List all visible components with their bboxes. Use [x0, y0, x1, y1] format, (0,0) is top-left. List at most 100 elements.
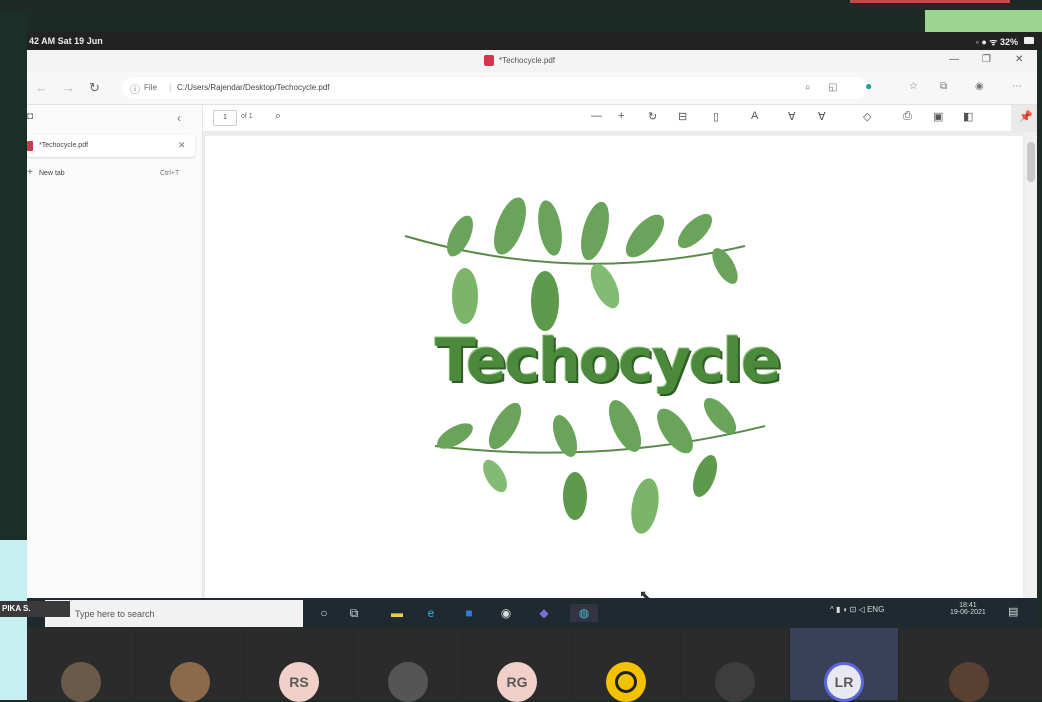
participant-avatar: LR — [824, 662, 864, 702]
address-url: C:/Users/Rajendar/Desktop/Techocycle.pdf — [177, 83, 330, 92]
participant-tile[interactable] — [681, 628, 789, 702]
clock-date: 19-06-2021 — [950, 609, 986, 616]
close-tab-icon[interactable]: ✕ — [178, 140, 186, 151]
task-view-icon[interactable]: ⧉ — [345, 604, 363, 622]
participant-avatar: RS — [279, 662, 319, 702]
collapse-sidebar-icon[interactable]: ‹ — [177, 111, 181, 125]
plus-icon: + — [27, 167, 33, 178]
save-as-icon[interactable]: ◧ — [963, 110, 973, 123]
draw-icon[interactable]: ∀ — [788, 110, 796, 123]
speaker-name-tag: PIKA S. — [0, 601, 70, 617]
favorites-icon[interactable]: ☆ — [909, 81, 918, 92]
system-tray[interactable]: ^ ▮ ◖ ⊡ ◁ ENG — [830, 605, 884, 614]
participant-tile[interactable] — [136, 628, 244, 702]
tab-actions-icon[interactable]: ◘ — [27, 111, 33, 122]
status-time: 42 AM Sat 19 Jun — [29, 36, 103, 46]
participant-avatar — [170, 662, 210, 702]
vertical-scrollbar[interactable] — [1025, 132, 1037, 598]
info-icon[interactable]: ⓘ — [130, 81, 140, 96]
notification-icon[interactable]: ▤ — [1008, 605, 1018, 618]
save-icon[interactable]: ▣ — [933, 110, 943, 123]
maximize-button[interactable]: ❐ — [982, 54, 991, 65]
new-tab-shortcut: Ctrl+T — [160, 170, 180, 177]
taskbar-clock[interactable]: 18:41 19-06-2021 — [950, 602, 986, 616]
vertical-tabs-sidebar: ◘ ‹ *Techocycle.pdf ✕ + New tab Ctrl+T — [27, 105, 203, 598]
address-bar[interactable]: ⓘ File | C:/Users/Rajendar/Desktop/Techo… — [122, 77, 867, 99]
participant-avatar — [606, 662, 646, 702]
pdf-page: Techocycle — [205, 136, 1023, 598]
title-bar: *Techocycle.pdf — ❐ ✕ — [27, 50, 1037, 72]
pdf-file-icon — [27, 141, 33, 151]
battery-icon — [1024, 37, 1034, 44]
new-tab-label: New tab — [39, 170, 65, 177]
device-status-bar: 42 AM Sat 19 Jun ◦ ● ᯤ 32% — [27, 32, 1042, 50]
search-icon[interactable]: ⌕ — [275, 110, 281, 123]
erase-icon[interactable]: ◇ — [863, 110, 871, 123]
close-button[interactable]: ✕ — [1015, 54, 1023, 65]
zoom-out-icon[interactable]: — — [591, 110, 602, 122]
address-scheme-label: File — [144, 83, 157, 92]
participants-strip: RS RG LR — [27, 628, 1042, 702]
rotate-icon[interactable]: ↻ — [648, 110, 657, 123]
file-explorer-icon[interactable]: ▬ — [388, 604, 406, 622]
search-placeholder: Type here to search — [75, 609, 155, 619]
print-icon[interactable]: ⎙ — [903, 110, 912, 123]
extension-icon[interactable]: ● — [865, 79, 872, 93]
pdf-file-icon — [484, 55, 494, 66]
avatar-ring-icon — [615, 671, 637, 693]
pdf-document-area[interactable]: Techocycle — [203, 132, 1025, 598]
participant-tile[interactable]: RS — [245, 628, 353, 702]
teams-icon[interactable]: ◆ — [535, 604, 553, 622]
edge-dev-icon[interactable]: ◍ — [570, 604, 598, 622]
scrollbar-thumb[interactable] — [1027, 142, 1035, 182]
vertical-tab-active[interactable]: *Techocycle.pdf ✕ — [27, 135, 195, 157]
pin-toolbar-button[interactable]: 📌 — [1011, 105, 1037, 131]
profile-icon[interactable]: ◉ — [975, 81, 984, 92]
edge-icon[interactable]: e — [422, 604, 440, 622]
page-count: of 1 — [241, 113, 253, 120]
participant-tile[interactable]: RG — [463, 628, 571, 702]
participant-tile[interactable] — [354, 628, 462, 702]
window-title: *Techocycle.pdf — [499, 56, 556, 65]
fit-page-icon[interactable]: ⊟ — [678, 110, 687, 123]
new-tab-button[interactable]: + New tab Ctrl+T — [27, 167, 195, 185]
participant-tile[interactable] — [27, 628, 135, 702]
read-aloud-icon[interactable]: A — [751, 110, 758, 122]
green-corner-patch — [925, 10, 1042, 32]
minimize-button[interactable]: — — [949, 54, 959, 65]
zoom-app-icon[interactable]: ■ — [460, 604, 478, 622]
collections-icon[interactable]: ⧉ — [940, 81, 947, 92]
participant-avatar — [715, 662, 755, 702]
zoom-in-icon[interactable]: + — [618, 110, 624, 122]
participant-avatar: RG — [497, 662, 537, 702]
participant-tile[interactable] — [899, 628, 1042, 702]
participant-tile[interactable] — [572, 628, 680, 702]
top-accent-bar — [850, 0, 1010, 3]
status-indicators: ◦ ● ᯤ 32% — [975, 37, 1018, 47]
pin-icon: 📌 — [1019, 111, 1033, 123]
more-icon[interactable]: ⋯ — [1012, 81, 1022, 92]
left-cyan-margin — [0, 540, 27, 700]
highlight-icon[interactable]: ∀ — [818, 110, 826, 123]
participant-avatar — [949, 662, 989, 702]
vertical-tab-label: *Techocycle.pdf — [39, 142, 89, 149]
left-dark-margin — [0, 12, 27, 542]
taskbar-search-box[interactable]: ⌕ Type here to search — [45, 600, 303, 627]
back-arrow-icon[interactable]: ← — [35, 80, 48, 95]
address-divider: | — [169, 82, 172, 92]
cortana-icon[interactable]: ○ — [315, 604, 333, 622]
chrome-icon[interactable]: ◉ — [497, 604, 515, 622]
document-title: Techocycle — [435, 326, 782, 396]
browser-window: *Techocycle.pdf — ❐ ✕ ← → ↻ ⓘ File | C:/… — [27, 50, 1037, 603]
page-number-input[interactable]: 1 — [213, 110, 237, 126]
refresh-icon[interactable]: ↻ — [89, 80, 100, 96]
participant-avatar — [61, 662, 101, 702]
zoom-icon[interactable]: ⌕ — [805, 82, 811, 93]
pdf-toolbar: 1 of 1 ⌕ — + ↻ ⊟ ▯ A ∀ ∀ ◇ ⎙ ▣ ◧ 📌 — [203, 105, 1037, 132]
participant-avatar — [388, 662, 428, 702]
forward-arrow-icon[interactable]: → — [62, 80, 75, 95]
clock-time: 18:41 — [959, 602, 977, 609]
participant-tile-active[interactable]: LR — [790, 628, 898, 702]
read-aloud-icon[interactable]: ◱ — [828, 82, 837, 93]
page-view-icon[interactable]: ▯ — [713, 110, 719, 123]
